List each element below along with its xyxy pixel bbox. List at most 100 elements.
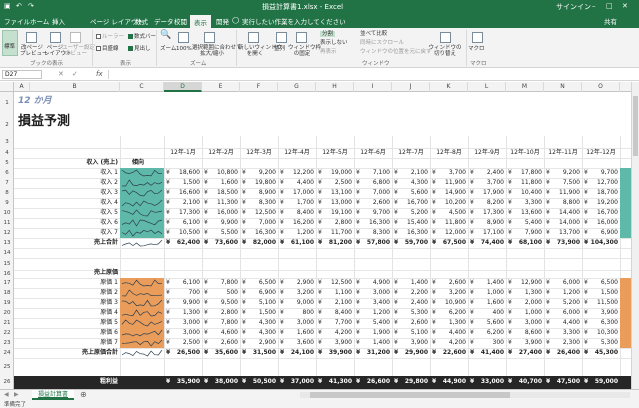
cell-value[interactable]: 5,400 — [354, 318, 390, 328]
cell-value[interactable]: 2,100 — [316, 298, 352, 308]
cell-value[interactable]: 10,300 — [582, 328, 618, 338]
cell-value[interactable]: 10,900 — [430, 298, 466, 308]
cell-value[interactable]: 17,300 — [468, 208, 504, 218]
row-header[interactable]: 21 — [0, 318, 14, 328]
row-header[interactable]: 5 — [0, 158, 14, 168]
cell-value[interactable]: 16,600 — [164, 188, 200, 198]
close-icon[interactable]: ✕ — [622, 2, 628, 10]
cell-value[interactable]: 19,000 — [316, 168, 352, 178]
cell-value[interactable]: 74,400 — [468, 238, 504, 248]
cell-value[interactable]: 5,300 — [582, 338, 618, 348]
cell-value[interactable]: 39,900 — [316, 348, 352, 358]
column-header[interactable]: A — [14, 82, 30, 92]
cell-value[interactable]: 3,300 — [544, 328, 580, 338]
cell-value[interactable]: 2,600 — [354, 198, 390, 208]
cell-value[interactable]: 2,900 — [240, 338, 276, 348]
side-by-side-button[interactable]: 並べて比較 — [360, 31, 387, 37]
row-header[interactable]: 4 — [0, 148, 14, 158]
restore-icon[interactable]: □ — [606, 2, 613, 10]
row-header[interactable]: 11 — [0, 218, 14, 228]
next-sheet-icon[interactable]: ▶ — [14, 390, 19, 400]
cell-value[interactable]: 6,500 — [240, 278, 276, 288]
cell-value[interactable]: 9,700 — [582, 168, 618, 178]
cell-value[interactable]: 11,500 — [582, 298, 618, 308]
cell-value[interactable]: 19,800 — [240, 178, 276, 188]
cell-value[interactable]: 3,400 — [354, 298, 390, 308]
cell-value[interactable]: 12,500 — [240, 208, 276, 218]
cell-value[interactable]: 3,600 — [278, 338, 314, 348]
formula-bar-checkbox[interactable]: 数式バー — [128, 34, 156, 40]
cell-value[interactable]: 18,600 — [164, 168, 200, 178]
cell-value[interactable]: 12,500 — [316, 278, 352, 288]
cell-value[interactable]: 82,000 — [240, 238, 276, 248]
cell-value[interactable]: 26,400 — [544, 348, 580, 358]
cell-value[interactable]: 35,600 — [202, 348, 238, 358]
cell-value[interactable]: 4,400 — [278, 178, 314, 188]
cell-value[interactable]: 6,200 — [430, 308, 466, 318]
cell-value[interactable]: 10,500 — [164, 228, 200, 238]
normal-view-button[interactable] — [2, 30, 18, 56]
cell-value[interactable]: 1,400 — [392, 278, 428, 288]
save-icon[interactable]: ▣ — [4, 2, 11, 10]
cell-value[interactable]: 3,200 — [430, 288, 466, 298]
unhide-button[interactable]: 再表示 — [320, 49, 337, 55]
cell-value[interactable]: 300 — [468, 338, 504, 348]
enter-icon[interactable]: ✓ — [72, 70, 78, 78]
cell-value[interactable]: 67,500 — [430, 238, 466, 248]
cell-value[interactable]: 6,200 — [468, 328, 504, 338]
tab-view[interactable]: 表示 — [190, 15, 211, 28]
column-header[interactable]: I — [354, 82, 392, 92]
cell-value[interactable]: 3,000 — [164, 318, 200, 328]
arrange-button[interactable]: 整列 — [274, 46, 285, 52]
row-header[interactable]: 10 — [0, 208, 14, 218]
row-header[interactable]: 8 — [0, 188, 14, 198]
switch-windows-button[interactable]: ウィンドウの 切り替え — [426, 45, 464, 57]
cell-value[interactable]: 7,800 — [202, 278, 238, 288]
cell-value[interactable]: 7,000 — [240, 218, 276, 228]
column-header[interactable]: F — [240, 82, 278, 92]
cell-value[interactable]: 7,500 — [544, 178, 580, 188]
prev-sheet-icon[interactable]: ◀ — [4, 390, 9, 400]
cell-value[interactable]: 9,700 — [354, 208, 390, 218]
row-header[interactable]: 25 — [0, 358, 14, 376]
cell-value[interactable]: 1,600 — [278, 328, 314, 338]
cell-value[interactable]: 1,300 — [430, 318, 466, 328]
column-header[interactable]: H — [316, 82, 354, 92]
cell-value[interactable]: 5,500 — [202, 228, 238, 238]
cell-value[interactable]: 3,900 — [316, 338, 352, 348]
macro-button[interactable]: マクロ — [468, 46, 485, 52]
cell-value[interactable]: 2,900 — [278, 278, 314, 288]
row-header[interactable]: 1 — [0, 92, 14, 114]
cell-value[interactable]: 2,600 — [430, 278, 466, 288]
cell-value[interactable]: 2,400 — [392, 298, 428, 308]
zoom-button[interactable]: ズーム — [160, 46, 176, 52]
cell-value[interactable]: 400 — [468, 308, 504, 318]
row-header[interactable]: 14 — [0, 248, 14, 258]
cell-value[interactable]: 73,600 — [202, 238, 238, 248]
cell-value[interactable]: 29,900 — [392, 348, 428, 358]
cell-value[interactable]: 12,900 — [506, 278, 542, 288]
share-button[interactable]: 共有 — [604, 16, 617, 26]
cell-value[interactable]: 4,400 — [430, 328, 466, 338]
cell-value[interactable]: 57,800 — [354, 238, 390, 248]
cell-value[interactable]: 41,400 — [468, 348, 504, 358]
cell-value[interactable]: 8,800 — [544, 198, 580, 208]
row-header[interactable]: 15 — [0, 258, 14, 270]
cell-value[interactable]: 3,000 — [506, 318, 542, 328]
column-header[interactable]: J — [392, 82, 430, 92]
gross-profit-value[interactable]: 40,700 — [506, 377, 542, 387]
row-header[interactable]: 19 — [0, 298, 14, 308]
cell-value[interactable]: 1,100 — [316, 288, 352, 298]
cell-value[interactable]: 19,100 — [316, 208, 352, 218]
cell-value[interactable]: 11,900 — [544, 188, 580, 198]
cell-value[interactable]: 7,000 — [354, 188, 390, 198]
add-sheet-icon[interactable]: ⊕ — [80, 390, 87, 400]
cell-value[interactable]: 6,500 — [582, 278, 618, 288]
row-header[interactable]: 17 — [0, 278, 14, 288]
headings-checkbox[interactable]: 見出し — [128, 46, 151, 52]
cell-value[interactable]: 9,200 — [544, 168, 580, 178]
cell-value[interactable]: 3,700 — [468, 178, 504, 188]
minimize-icon[interactable]: – — [592, 2, 596, 10]
cell-value[interactable]: 12,700 — [582, 178, 618, 188]
column-header[interactable]: E — [202, 82, 240, 92]
